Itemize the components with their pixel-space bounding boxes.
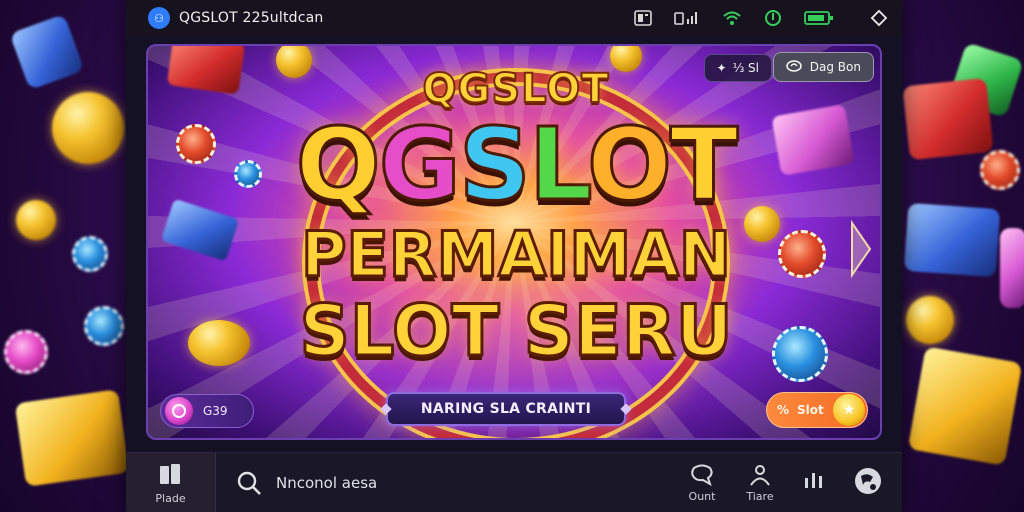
coin-balance-value: G39 [203,404,228,418]
decor-coin [16,200,56,240]
nav-guide[interactable]: Tiare [740,453,780,512]
game-banner[interactable]: ✦ ⅓ Sl Dag Bon QGSLOT QGSLOT PERMAIMAN S… [146,44,882,440]
globe-icon [855,468,881,494]
logo-letter: L [527,105,590,225]
power-icon[interactable] [764,9,782,27]
logo-letter: T [669,105,740,225]
screenshot-icon[interactable] [634,10,652,26]
nav-profile[interactable] [848,453,888,512]
search-icon [237,471,261,495]
headline-line-1: PERMAIMAN [300,217,733,293]
decor-chip [84,306,124,346]
battery-icon [804,10,834,26]
play-now-label: NARING SLA CRAINTI [420,401,592,417]
next-slide-arrow-icon[interactable] [846,216,876,282]
wifi-icon[interactable] [722,10,742,26]
app-title: QGSLOT 225ultdcan [179,10,324,26]
slot-percent-icon: % [777,403,790,417]
nav-home-label: Plade [155,491,186,505]
logo-letter: S [457,105,532,225]
decor-coin [52,92,124,164]
nav-chat[interactable]: Ount [682,453,722,512]
app-logo-icon: ⚇ [148,7,170,29]
play-now-button[interactable]: NARING SLA CRAINTI [386,392,626,426]
slot-button[interactable]: % Slot ★ [766,392,868,428]
nav-home[interactable]: Plade [126,453,216,512]
decor-gold-block [14,389,130,487]
decor-chip [4,330,48,374]
person-icon [750,464,770,486]
decor-chip [980,150,1020,190]
search-bar[interactable] [218,453,658,512]
decor-blue-block [9,13,85,91]
decor-chip [72,236,108,272]
coin-balance-pill[interactable]: G39 [160,394,254,428]
signal-bars-icon [674,10,700,26]
nav-chat-label: Ount [688,489,716,503]
home-icon [159,463,180,484]
decor-blue-block [903,202,1001,278]
coin-balance-icon [165,397,193,425]
logo-letter: G [377,105,462,225]
nav-stats[interactable] [794,453,834,512]
decor-gold-block [907,346,1023,466]
status-bar: ⚇ QGSLOT 225ultdcan [126,0,902,36]
brand-logo-large: QGSLOT [148,105,880,225]
search-input[interactable] [276,474,576,492]
decor-red-block [902,77,994,161]
app-window: ⚇ QGSLOT 225ultdcan ✦ ⅓ Sl Dag Bon QGSLO… [126,0,902,512]
decor-coin [906,296,954,344]
headline-line-2: SLOT SERU [298,289,734,374]
chat-icon [691,464,713,486]
diamond-icon[interactable] [870,9,888,27]
logo-letter: Q [294,105,382,225]
bottom-navigation: Plade Ount Tiare [126,452,902,512]
star-icon: ★ [833,394,865,426]
slot-button-label: Slot [797,403,824,417]
nav-guide-label: Tiare [746,489,774,503]
stats-bars-icon [805,473,822,488]
decor-pink-block [1000,228,1024,308]
logo-letter: O [586,105,674,225]
